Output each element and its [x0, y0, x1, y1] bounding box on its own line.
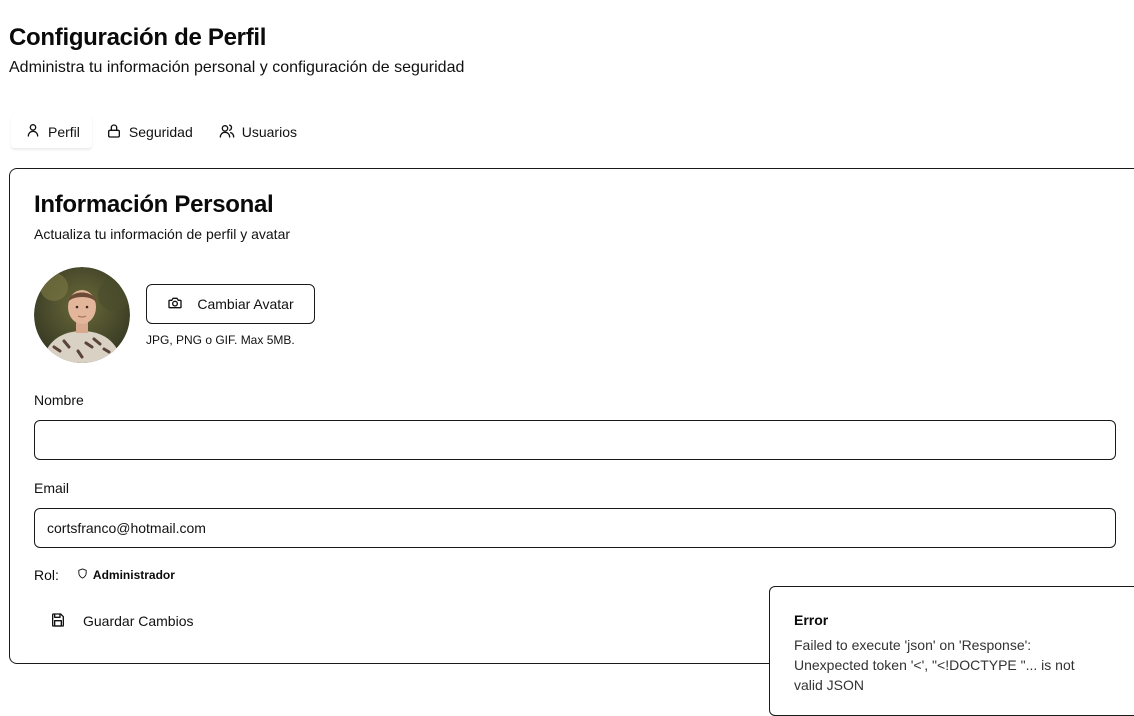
email-input[interactable] [34, 508, 1116, 548]
tab-usuarios[interactable]: Usuarios [205, 115, 309, 149]
avatar-hint: JPG, PNG o GIF. Max 5MB. [146, 333, 295, 347]
page-title: Configuración de Perfil [9, 24, 267, 51]
change-avatar-label: Cambiar Avatar [197, 296, 294, 312]
name-input[interactable] [34, 420, 1116, 460]
toast-title: Error [794, 612, 829, 628]
role-badge: Administrador [77, 568, 175, 582]
change-avatar-button[interactable]: Cambiar Avatar [146, 284, 315, 324]
tab-list: Perfil Seguridad Usuarios [11, 114, 309, 150]
toast-message: Failed to execute 'json' on 'Response': … [794, 637, 1075, 693]
card-description: Actualiza tu información de perfil y ava… [34, 226, 291, 242]
role-label: Rol: [34, 567, 59, 583]
save-button[interactable]: Guardar Cambios [40, 601, 204, 641]
page-subtitle: Administra tu información personal y con… [9, 59, 465, 76]
tab-label: Seguridad [128, 124, 193, 140]
avatar [34, 267, 130, 363]
role-value: Administrador [92, 568, 175, 582]
role-row: Rol: Administrador [34, 567, 175, 583]
users-icon [219, 123, 235, 142]
error-toast[interactable]: Error Failed to execute 'json' on 'Respo… [769, 586, 1134, 716]
tab-perfil[interactable]: Perfil [11, 115, 92, 149]
shield-icon [77, 568, 88, 582]
tab-label: Usuarios [241, 124, 297, 140]
save-icon [50, 612, 66, 631]
lock-icon [106, 123, 122, 142]
camera-icon [167, 295, 183, 314]
save-label: Guardar Cambios [83, 613, 194, 629]
card-title: Información Personal [34, 191, 274, 218]
tab-label: Perfil [48, 123, 80, 140]
user-icon [25, 122, 41, 141]
email-label: Email [34, 480, 70, 496]
name-label: Nombre [34, 392, 84, 408]
tab-seguridad[interactable]: Seguridad [92, 115, 205, 149]
